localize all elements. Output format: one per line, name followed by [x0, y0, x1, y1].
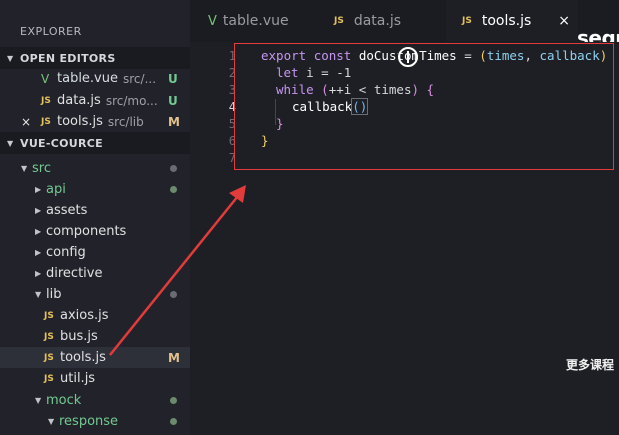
file-path: src/lib	[107, 114, 144, 129]
code-editor[interactable]: 1 2 3 4 5 6 7 export const doCustomTimes…	[190, 42, 619, 435]
tree-folder-assets[interactable]: ▶ assets	[0, 200, 190, 221]
close-icon[interactable]: ×	[558, 13, 570, 29]
js-icon: JS	[44, 310, 54, 321]
untracked-dot-icon	[170, 418, 177, 425]
file-name: tools.js	[57, 114, 103, 129]
tree-file-bus-js[interactable]: JS bus.js	[0, 326, 190, 347]
untracked-dot-icon	[170, 186, 177, 193]
tree-folder-mock[interactable]: ▼ mock	[0, 390, 190, 411]
open-editor-table-vue[interactable]: V table.vue src/... U	[0, 68, 190, 89]
chevron-right-icon: ▶	[35, 206, 42, 215]
js-icon: JS	[44, 331, 54, 342]
js-icon: JS	[334, 16, 344, 26]
folder-name: config	[46, 245, 86, 260]
mouse-cursor-icon	[398, 47, 418, 67]
git-status-modified: M	[168, 350, 180, 365]
close-icon[interactable]: ×	[21, 115, 31, 129]
editor-tab-bar: V table.vue JS data.js JS tools.js ×	[190, 0, 619, 42]
tree-folder-lib[interactable]: ▼ lib	[0, 284, 190, 305]
folder-name: lib	[46, 287, 62, 302]
chevron-down-icon: ▼	[7, 138, 14, 148]
chevron-right-icon: ▶	[35, 269, 42, 278]
folder-name: api	[46, 182, 66, 197]
open-editor-tools-js[interactable]: × JS tools.js src/lib M	[0, 111, 190, 132]
modified-dot-icon	[170, 165, 177, 172]
course-watermark: 更多课程	[566, 358, 615, 372]
project-header[interactable]: ▼ VUE-COURCE	[0, 132, 190, 154]
folder-name: components	[46, 224, 127, 239]
file-name: axios.js	[60, 308, 109, 323]
file-name: tools.js	[60, 350, 106, 365]
chevron-right-icon: ▶	[35, 185, 42, 194]
open-editors-header[interactable]: ▼ OPEN EDITORS	[0, 47, 190, 69]
js-icon: JS	[44, 352, 54, 363]
tree-file-axios-js[interactable]: JS axios.js	[0, 305, 190, 326]
open-editors-label: OPEN EDITORS	[20, 51, 116, 65]
tree-folder-response[interactable]: ▼ response	[0, 411, 190, 432]
tab-data-js[interactable]: JS data.js	[318, 0, 446, 42]
js-icon: JS	[41, 95, 51, 106]
tree-file-util-js[interactable]: JS util.js	[0, 368, 190, 389]
tab-table-vue[interactable]: V table.vue	[190, 0, 318, 42]
git-status-untracked: U	[168, 93, 178, 108]
chevron-down-icon: ▼	[35, 290, 42, 299]
explorer-title: EXPLORER	[20, 25, 82, 38]
js-icon: JS	[462, 16, 472, 26]
chevron-down-icon: ▼	[21, 164, 28, 173]
tree-folder-components[interactable]: ▶ components	[0, 221, 190, 242]
file-name: util.js	[60, 371, 96, 386]
chevron-right-icon: ▶	[35, 227, 42, 236]
chevron-down-icon: ▼	[48, 417, 55, 426]
chevron-down-icon: ▼	[7, 53, 14, 63]
open-editor-data-js[interactable]: JS data.js src/mo... U	[0, 90, 190, 111]
chevron-down-icon: ▼	[35, 396, 42, 405]
tree-folder-api[interactable]: ▶ api	[0, 179, 190, 200]
tab-tools-js[interactable]: JS tools.js ×	[446, 0, 578, 42]
git-status-untracked: U	[168, 71, 178, 86]
vue-icon: V	[208, 13, 217, 29]
tab-label: tools.js	[481, 13, 532, 29]
js-icon: JS	[44, 373, 54, 384]
annotation-highlight-box	[234, 43, 614, 170]
tree-folder-src[interactable]: ▼ src	[0, 158, 190, 179]
explorer-sidebar: EXPLORER ▼ OPEN EDITORS V table.vue src/…	[0, 0, 190, 435]
vue-icon: V	[41, 71, 50, 86]
file-name: bus.js	[60, 329, 98, 344]
file-path: src/mo...	[105, 93, 158, 108]
untracked-dot-icon	[170, 397, 177, 404]
folder-name: assets	[46, 203, 88, 218]
folder-name: src	[32, 161, 51, 176]
tab-label: data.js	[353, 13, 402, 29]
file-name: table.vue	[57, 71, 118, 86]
file-name: data.js	[57, 93, 101, 108]
tree-file-tools-js[interactable]: JS tools.js M	[0, 347, 190, 368]
js-icon: JS	[41, 116, 51, 127]
project-label: VUE-COURCE	[20, 136, 103, 150]
tab-label: table.vue	[222, 13, 289, 29]
modified-dot-icon	[170, 291, 177, 298]
git-status-modified: M	[168, 114, 180, 129]
tree-folder-config[interactable]: ▶ config	[0, 242, 190, 263]
folder-name: directive	[46, 266, 103, 281]
chevron-right-icon: ▶	[35, 248, 42, 257]
folder-name: response	[59, 414, 119, 429]
tree-folder-directive[interactable]: ▶ directive	[0, 263, 190, 284]
file-path: src/...	[123, 71, 157, 86]
folder-name: mock	[46, 393, 82, 408]
